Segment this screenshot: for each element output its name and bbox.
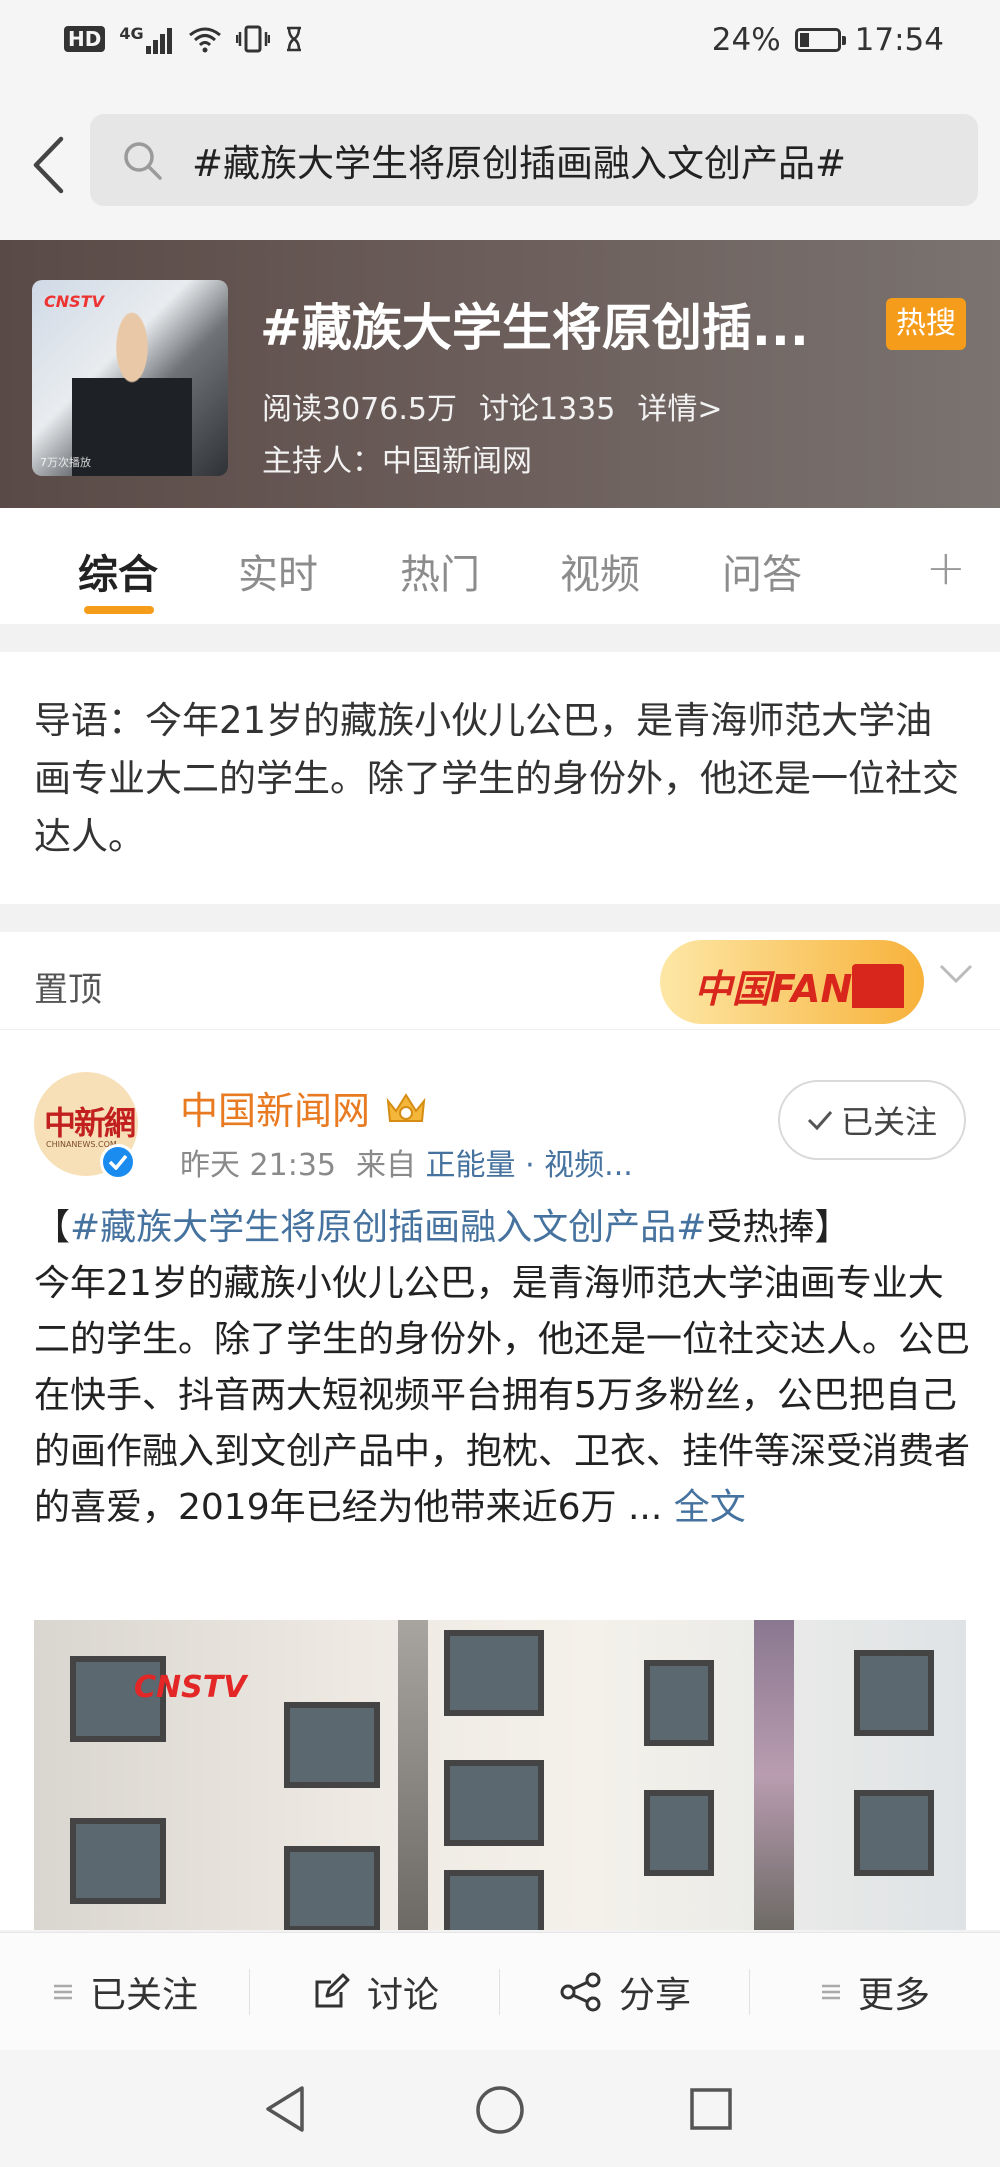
- action-label: 分享: [618, 1975, 691, 2016]
- status-left: HD 4G: [64, 24, 304, 54]
- tab-qa[interactable]: 问答: [722, 542, 802, 600]
- post-image[interactable]: CNSTV: [34, 1620, 966, 1930]
- network-type: 4G: [119, 24, 144, 43]
- lamp-pole: [754, 1620, 794, 1930]
- edit-icon: [315, 1973, 350, 2008]
- tab-active-indicator: [84, 606, 154, 614]
- hd-indicator: HD: [64, 26, 106, 52]
- tab-video[interactable]: 视频: [560, 542, 640, 600]
- post-body-text: 今年21岁的藏族小伙儿公巴，是青海师范大学油画专业大二的学生。除了学生的身份外，…: [34, 1263, 971, 1528]
- hot-search-badge: 热搜: [886, 298, 966, 350]
- battery-icon: [794, 28, 846, 52]
- nav-home-icon[interactable]: [474, 2084, 526, 2136]
- follow-button[interactable]: 已关注: [778, 1080, 966, 1160]
- weibo-post: 中新網 CHINANEWS.COM 中国新闻网 昨天 21:35 来自 正能量 …: [0, 1030, 1000, 1930]
- details-link[interactable]: 详情>: [637, 384, 722, 428]
- window: [70, 1818, 166, 1904]
- window: [854, 1790, 934, 1876]
- post-hashtag[interactable]: #藏族大学生将原创插画融入文创产品#: [70, 1207, 706, 1248]
- verified-icon: [100, 1144, 136, 1180]
- topic-banner: CNSTV 7万次播放 #藏族大学生将原创插... 热搜 阅读3076.5万 讨…: [0, 240, 1000, 508]
- from-label: 来自: [356, 1148, 416, 1183]
- read-count: 阅读3076.5万: [262, 392, 457, 427]
- building-pillar: [398, 1620, 428, 1930]
- post-time: 昨天 21:35: [180, 1148, 336, 1183]
- window: [444, 1870, 544, 1930]
- vibrate-icon: [235, 25, 270, 53]
- battery-percent: 24%: [711, 22, 781, 58]
- chevron-left-icon: [33, 136, 64, 194]
- topic-intro: 导语：今年21岁的藏族小伙儿公巴，是青海师范大学油画专业大二的学生。除了学生的身…: [0, 652, 1000, 904]
- bracket-open: 【: [34, 1207, 71, 1248]
- search-icon: [124, 142, 162, 180]
- menu-icon: [821, 1984, 840, 2000]
- topic-title: #藏族大学生将原创插...: [260, 299, 809, 357]
- discussion-count: 讨论1335: [478, 392, 616, 427]
- topic-host[interactable]: 主持人：中国新闻网: [262, 436, 532, 480]
- window: [644, 1790, 714, 1876]
- followed-action[interactable]: 已关注: [0, 1933, 250, 2051]
- tab-realtime[interactable]: 实时: [238, 542, 318, 600]
- search-header: [0, 84, 1000, 240]
- status-right: 24% 17:54: [712, 22, 944, 58]
- status-bar: HD 4G 24% 17:54: [0, 0, 1000, 84]
- nav-back-icon[interactable]: [262, 2084, 308, 2134]
- post-meta: 昨天 21:35 来自 正能量 · 视频...: [180, 1140, 633, 1184]
- action-bar: 已关注 讨论 分享 更多: [0, 1932, 1000, 2050]
- action-label: 更多: [857, 1975, 930, 2016]
- window: [284, 1846, 380, 1930]
- author-name[interactable]: 中国新闻网: [180, 1080, 370, 1135]
- discuss-action[interactable]: 讨论: [250, 1933, 500, 2051]
- topic-stats: 阅读3076.5万 讨论1335 详情>: [262, 384, 722, 428]
- hourglass-icon: [286, 26, 301, 52]
- share-action[interactable]: 分享: [500, 1933, 750, 2051]
- post-source[interactable]: 正能量 · 视频...: [426, 1148, 633, 1183]
- follow-label: 已关注: [840, 1103, 937, 1141]
- window: [444, 1760, 544, 1846]
- avatar-text: 中新網: [44, 1104, 136, 1142]
- tab-comprehensive[interactable]: 综合: [78, 542, 158, 600]
- add-tab-button[interactable]: +: [926, 540, 966, 596]
- search-box[interactable]: [90, 114, 978, 206]
- crown-icon: [386, 1092, 426, 1122]
- more-action[interactable]: 更多: [750, 1933, 1000, 2051]
- chevron-down-icon[interactable]: [938, 962, 974, 986]
- check-icon: [807, 1111, 833, 1131]
- window: [854, 1650, 934, 1736]
- window: [444, 1630, 544, 1716]
- nav-recents-icon[interactable]: [688, 2086, 734, 2132]
- pinned-label: 置顶: [34, 970, 102, 1010]
- search-input[interactable]: [192, 138, 952, 182]
- tab-bar: 综合 实时 热门 视频 问答 +: [0, 508, 1000, 624]
- thumbnail-caption: 7万次播放: [40, 456, 91, 469]
- full-text-link[interactable]: 全文: [674, 1487, 746, 1528]
- menu-icon: [53, 1984, 72, 2000]
- action-label: 讨论: [366, 1975, 439, 2016]
- action-label: 已关注: [89, 1975, 198, 2016]
- topic-thumbnail[interactable]: CNSTV 7万次播放: [32, 280, 228, 476]
- intro-text: 导语：今年21岁的藏族小伙儿公巴，是青海师范大学油画专业大二的学生。除了学生的身…: [34, 699, 959, 858]
- signal-icon: 4G: [119, 24, 173, 54]
- headline-tail: 受热捧】: [706, 1207, 851, 1248]
- china-fans-banner[interactable]: 中国FANS: [660, 940, 924, 1024]
- tab-hot[interactable]: 热门: [400, 542, 480, 600]
- clock: 17:54: [854, 22, 944, 58]
- gate-icon: [852, 964, 904, 1008]
- share-icon: [560, 1972, 601, 2012]
- pinned-header: 置顶 中国FANS: [0, 932, 1000, 1030]
- post-text: 【#藏族大学生将原创插画融入文创产品#受热捧】 今年21岁的藏族小伙儿公巴，是青…: [34, 1200, 974, 1536]
- thumbnail-logo: CNSTV: [44, 292, 104, 311]
- system-nav-bar: [0, 2050, 1000, 2167]
- window: [284, 1702, 380, 1788]
- image-logo: CNSTV: [134, 1670, 247, 1705]
- author-row: 中国新闻网: [180, 1080, 428, 1135]
- thumbnail-person: [72, 310, 192, 476]
- back-button[interactable]: [22, 130, 74, 200]
- window: [644, 1660, 714, 1746]
- wifi-icon: [188, 27, 221, 53]
